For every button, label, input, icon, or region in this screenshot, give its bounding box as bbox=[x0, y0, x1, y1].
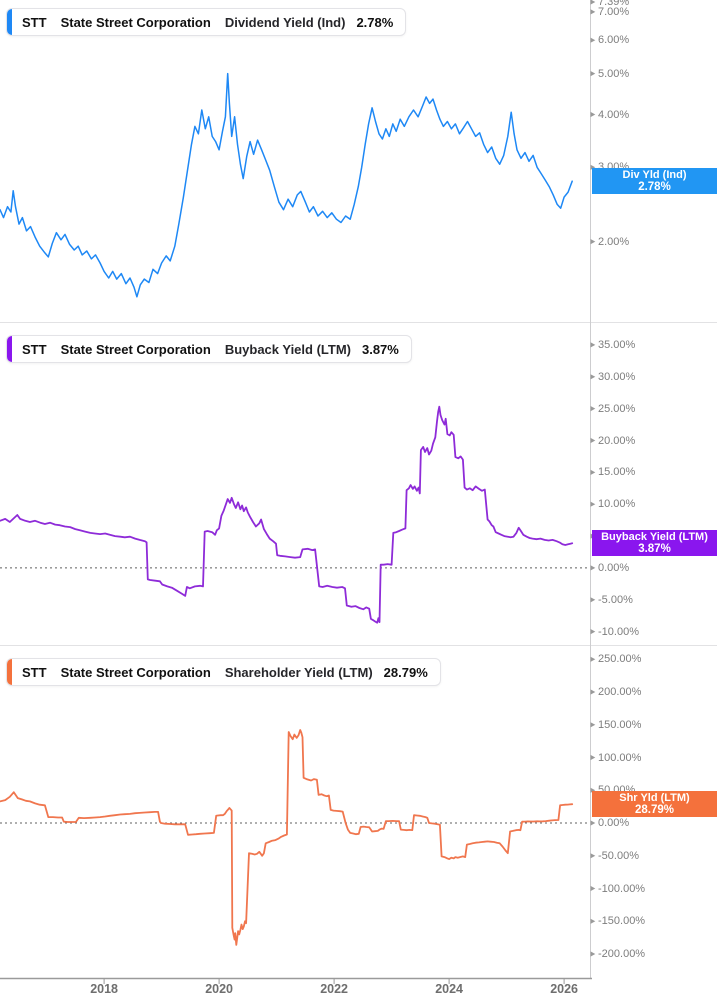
badge-value: 28.79% bbox=[634, 804, 674, 817]
metric-value: 28.79% bbox=[383, 664, 428, 680]
metric-name: Buyback Yield (LTM) bbox=[224, 341, 351, 357]
metric-name: Shareholder Yield (LTM) bbox=[224, 664, 373, 680]
ticker: STT bbox=[22, 664, 47, 680]
dividend-yield-line bbox=[0, 72, 573, 298]
badge-value: 2.78% bbox=[638, 181, 671, 194]
badge-label: Shr Yld (LTM) bbox=[619, 792, 690, 805]
buyback-yield-line bbox=[0, 405, 574, 624]
ticker: STT bbox=[22, 341, 47, 357]
badge-label: Buyback Yield (LTM) bbox=[601, 531, 708, 544]
last-value-badge-buyback-yield: Buyback Yield (LTM) 3.87% bbox=[592, 530, 717, 557]
last-value-badge-dividend-yield: Div Yld (Ind) 2.78% bbox=[592, 168, 717, 195]
ticker: STT bbox=[22, 14, 47, 30]
multi-chart-view: 7.39%7.00%6.00%5.00%4.00%3.00%2.00%35.00… bbox=[0, 0, 717, 1005]
series-header-shareholder-yield[interactable]: STT State Street Corporation Shareholder… bbox=[6, 658, 441, 686]
series-color-bar bbox=[7, 9, 12, 35]
metric-name: Dividend Yield (Ind) bbox=[224, 14, 346, 30]
series-color-bar bbox=[7, 336, 12, 362]
company-name: State Street Corporation bbox=[60, 341, 211, 357]
badge-label: Div Yld (Ind) bbox=[622, 169, 687, 182]
shareholder-yield-line bbox=[0, 729, 574, 946]
badge-value: 3.87% bbox=[638, 543, 671, 556]
last-value-badge-shareholder-yield: Shr Yld (LTM) 28.79% bbox=[592, 791, 717, 818]
metric-value: 2.78% bbox=[356, 14, 394, 30]
company-name: State Street Corporation bbox=[60, 14, 211, 30]
company-name: State Street Corporation bbox=[60, 664, 211, 680]
series-header-dividend-yield[interactable]: STT State Street Corporation Dividend Yi… bbox=[6, 8, 407, 36]
series-header-buyback-yield[interactable]: STT State Street Corporation Buyback Yie… bbox=[6, 335, 412, 363]
charts-canvas[interactable] bbox=[0, 0, 717, 1005]
series-color-bar bbox=[7, 659, 12, 685]
metric-value: 3.87% bbox=[361, 341, 399, 357]
